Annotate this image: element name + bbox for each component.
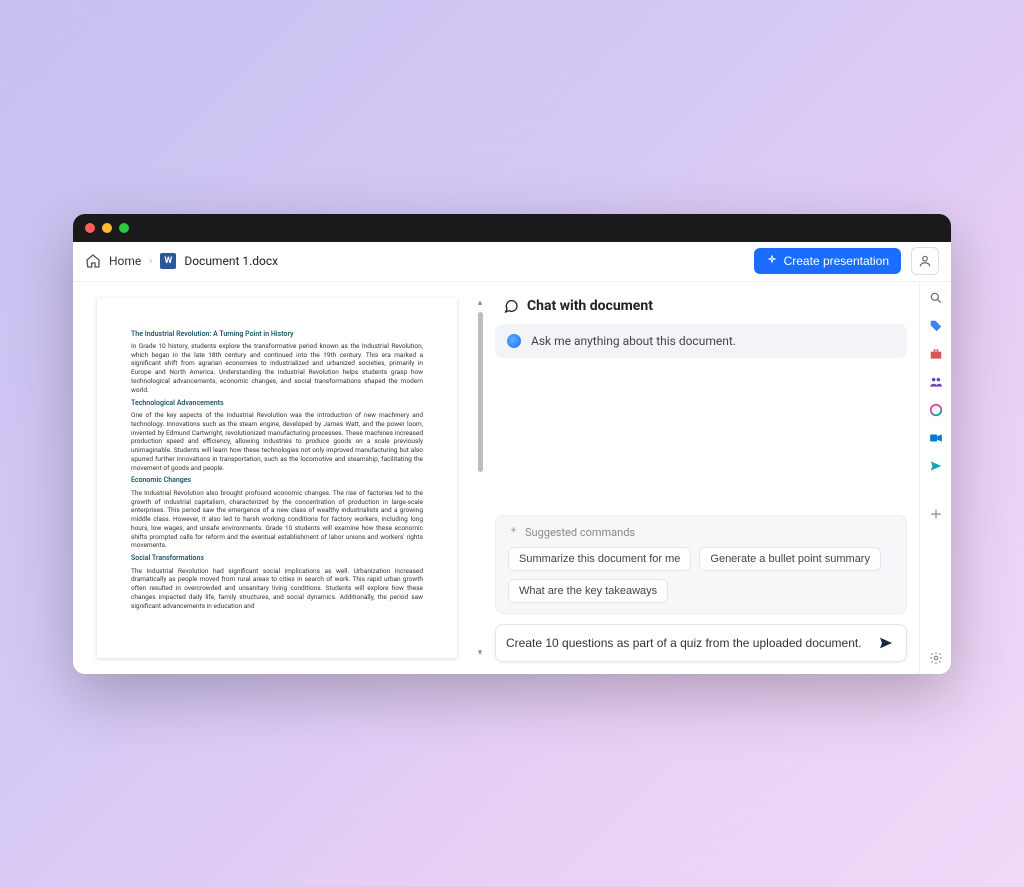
suggestion-pill[interactable]: Summarize this document for me (508, 547, 691, 571)
user-avatar-button[interactable] (911, 247, 939, 275)
document-page: The Industrial Revolution: A Turning Poi… (97, 298, 457, 658)
scroll-thumb[interactable] (478, 312, 483, 472)
word-file-icon: W (160, 253, 176, 269)
send-button[interactable] (876, 633, 896, 653)
suggestions-label-text: Suggested commands (525, 526, 635, 539)
doc-para: The Industrial Revolution also brought p… (131, 489, 423, 550)
suggested-commands-label: Suggested commands (508, 526, 894, 539)
copilot-icon[interactable] (928, 402, 944, 418)
doc-scrollbar[interactable]: ▴ ▾ (473, 282, 487, 674)
breadcrumb-home[interactable]: Home (109, 254, 141, 268)
person-icon (918, 254, 932, 268)
plus-icon[interactable] (928, 506, 944, 522)
app-window: Home › W Document 1.docx Create presenta… (73, 214, 951, 674)
home-icon[interactable] (85, 253, 101, 269)
suggestion-pill[interactable]: What are the key takeaways (508, 579, 668, 603)
tag-icon[interactable] (928, 318, 944, 334)
doc-heading: Technological Advancements (131, 399, 423, 408)
chat-header: Chat with document (495, 298, 907, 314)
doc-para: In Grade 10 history, students explore th… (131, 342, 423, 395)
traffic-light-close[interactable] (85, 223, 95, 233)
briefcase-icon[interactable] (928, 346, 944, 362)
settings-icon[interactable] (928, 650, 944, 666)
doc-para: One of the key aspects of the Industrial… (131, 411, 423, 472)
send-app-icon[interactable] (928, 458, 944, 474)
traffic-light-minimize[interactable] (102, 223, 112, 233)
suggestion-pill[interactable]: Generate a bullet point summary (699, 547, 881, 571)
chat-pane: Chat with document Ask me anything about… (487, 282, 919, 674)
search-icon[interactable] (928, 290, 944, 306)
top-toolbar: Home › W Document 1.docx Create presenta… (73, 242, 951, 282)
chat-input[interactable] (506, 636, 868, 650)
main-body: The Industrial Revolution: A Turning Poi… (73, 282, 951, 674)
traffic-light-zoom[interactable] (119, 223, 129, 233)
chat-composer (495, 624, 907, 662)
scroll-track[interactable] (478, 312, 483, 644)
send-icon (878, 635, 894, 651)
chat-greeting-text: Ask me anything about this document. (531, 334, 736, 348)
outlook-icon[interactable] (928, 430, 944, 446)
chevron-right-icon: › (149, 256, 152, 267)
suggested-commands-card: Suggested commands Summarize this docume… (495, 515, 907, 614)
sparkle-icon (766, 255, 778, 267)
doc-heading: Economic Changes (131, 476, 423, 485)
doc-heading: Social Transformations (131, 554, 423, 563)
scroll-up-icon[interactable]: ▴ (478, 298, 483, 308)
assistant-avatar-icon (507, 334, 521, 348)
document-preview-pane: The Industrial Revolution: A Turning Poi… (73, 282, 473, 674)
chat-title: Chat with document (527, 298, 653, 314)
people-icon[interactable] (928, 374, 944, 390)
suggestion-pill-row: Summarize this document for me Generate … (508, 547, 894, 603)
right-app-rail (919, 282, 951, 674)
doc-title: The Industrial Revolution: A Turning Poi… (131, 330, 423, 339)
breadcrumb: Home › W Document 1.docx (85, 253, 744, 269)
window-titlebar (73, 214, 951, 242)
breadcrumb-filename: Document 1.docx (184, 254, 278, 268)
chat-icon (503, 298, 519, 314)
create-presentation-label: Create presentation (784, 254, 889, 268)
doc-para: The Industrial Revolution had significan… (131, 567, 423, 611)
create-presentation-button[interactable]: Create presentation (754, 248, 901, 274)
scroll-down-icon[interactable]: ▾ (478, 648, 483, 658)
wand-icon (508, 527, 519, 538)
chat-greeting-card: Ask me anything about this document. (495, 324, 907, 358)
